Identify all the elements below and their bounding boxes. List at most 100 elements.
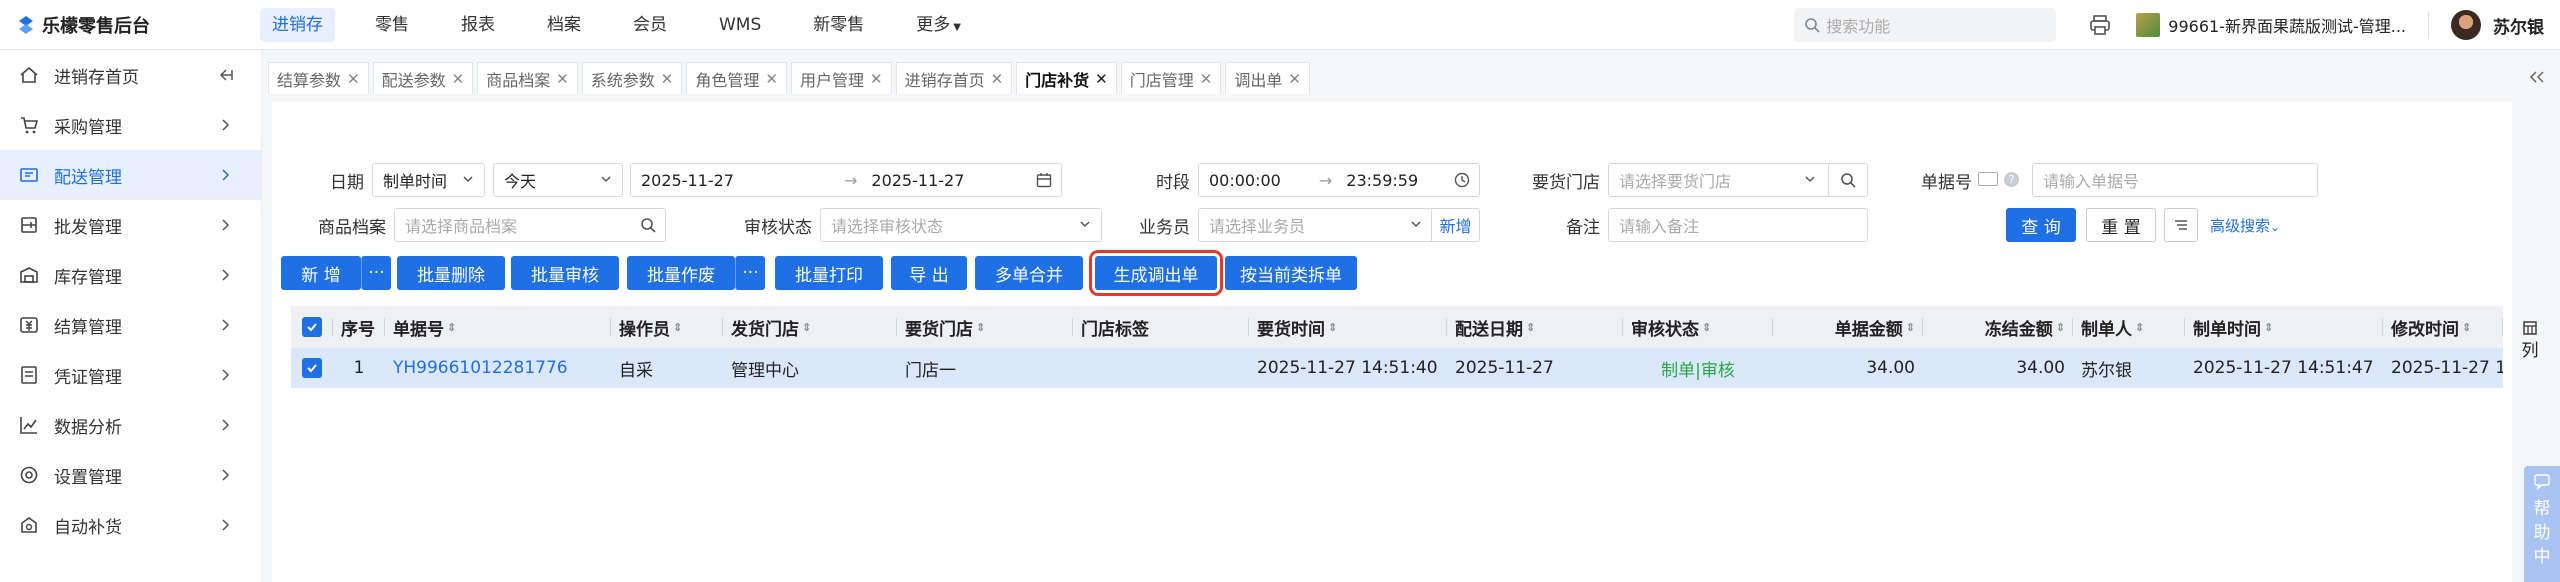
batch-print-button[interactable]: 批量打印 xyxy=(775,256,883,290)
batch-delete-button[interactable]: 批量删除 xyxy=(397,256,505,290)
collapse-sidebar-icon[interactable] xyxy=(217,67,233,83)
sidebar-item-delivery[interactable]: 配送管理 xyxy=(0,150,261,200)
nav-new-retail[interactable]: 新零售 xyxy=(801,8,876,42)
brand[interactable]: 乐檬零售后台 xyxy=(0,12,250,38)
period-end[interactable]: 23:59:59 xyxy=(1346,171,1418,190)
col-doc-no[interactable]: 单据号 ⇕ xyxy=(385,306,611,348)
range-arrow-icon: → xyxy=(843,170,858,190)
sidebar-item-analytics[interactable]: 数据分析 xyxy=(0,400,261,450)
salesman-add-button[interactable]: 新增 xyxy=(1431,208,1479,242)
tab-inventory-home[interactable]: 进销存首页 ✕ xyxy=(895,62,1013,94)
row-checkbox[interactable] xyxy=(291,348,333,388)
store-search-button[interactable] xyxy=(1828,163,1868,197)
nav-retail[interactable]: 零售 xyxy=(363,8,421,42)
close-icon[interactable]: ✕ xyxy=(661,70,674,88)
void-more-button[interactable]: ··· xyxy=(735,256,765,290)
col-req-time[interactable]: 要货时间 ⇕ xyxy=(1249,306,1447,348)
close-icon[interactable]: ✕ xyxy=(556,70,569,88)
nav-more[interactable]: 更多 ▼ xyxy=(904,8,973,42)
export-button[interactable]: 导 出 xyxy=(891,256,967,290)
sidebar-item-wholesale[interactable]: 批发管理 xyxy=(0,200,261,250)
tab-role-management[interactable]: 角色管理 ✕ xyxy=(686,62,787,94)
nav-reports[interactable]: 报表 xyxy=(449,8,507,42)
reset-button[interactable]: 重 置 xyxy=(2086,208,2156,242)
col-creator[interactable]: 制单人 ⇕ xyxy=(2073,306,2185,348)
generate-transfer-out-button[interactable]: 生成调出单 xyxy=(1089,250,1223,296)
sidebar-item-auto-restock[interactable]: 自动补货 xyxy=(0,500,261,550)
advanced-search-link[interactable]: 高级搜索⌄ xyxy=(2210,215,2280,236)
help-question-icon[interactable]: ? xyxy=(2004,172,2019,187)
nav-archives[interactable]: 档案 xyxy=(535,8,593,42)
close-icon[interactable]: ✕ xyxy=(1200,70,1213,88)
tab-store-management[interactable]: 门店管理 ✕ xyxy=(1120,62,1222,94)
tab-user-management[interactable]: 用户管理 ✕ xyxy=(790,62,892,94)
close-icon[interactable]: ✕ xyxy=(1288,70,1301,88)
close-icon[interactable]: ✕ xyxy=(765,70,778,88)
audit-status-select[interactable]: 请选择审核状态 xyxy=(820,208,1102,242)
col-delivery-date[interactable]: 配送日期 ⇕ xyxy=(1447,306,1623,348)
tab-scroll-icon[interactable] xyxy=(2528,68,2546,86)
remark-input[interactable]: 请输入备注 xyxy=(1608,208,1868,242)
goods-select[interactable]: 请选择商品档案 xyxy=(394,208,666,242)
col-amount[interactable]: 单据金额 ⇕ xyxy=(1773,306,1923,348)
date-start[interactable]: 2025-11-27 xyxy=(641,171,734,190)
docno-toggle-checkbox[interactable] xyxy=(1978,172,1998,186)
sidebar-item-settings[interactable]: 设置管理 xyxy=(0,450,261,500)
close-icon[interactable]: ✕ xyxy=(870,70,883,88)
date-range-picker[interactable]: 2025-11-27 → 2025-11-27 xyxy=(630,163,1062,197)
tab-system-params[interactable]: 系统参数 ✕ xyxy=(581,62,683,94)
add-button[interactable]: 新 增 xyxy=(281,256,361,290)
query-button[interactable]: 查 询 xyxy=(2006,208,2076,242)
tab-goods-archive[interactable]: 商品档案 ✕ xyxy=(477,62,578,94)
col-frozen[interactable]: 冻结金额 ⇕ xyxy=(1923,306,2073,348)
tab-store-restock[interactable]: 门店补货 ✕ xyxy=(1016,62,1117,94)
tab-transfer-out[interactable]: 调出单 ✕ xyxy=(1225,62,1310,94)
cell-doc-no-link[interactable]: YH99661012281776 xyxy=(385,348,611,388)
store-selector[interactable]: 99661-新界面果蔬版测试-管理... xyxy=(2136,13,2406,37)
select-all-checkbox[interactable] xyxy=(291,306,333,348)
help-center-button[interactable]: 帮助中 xyxy=(2524,466,2560,582)
close-icon[interactable]: ✕ xyxy=(1095,70,1108,88)
col-ship-store[interactable]: 发货门店 ⇕ xyxy=(723,306,897,348)
period-start[interactable]: 00:00:00 xyxy=(1209,171,1281,190)
date-range-select[interactable]: 今天 xyxy=(493,163,623,197)
close-icon[interactable]: ✕ xyxy=(452,70,465,88)
batch-void-button[interactable]: 批量作废 xyxy=(627,256,735,290)
search-function-input[interactable]: 搜索功能 xyxy=(1794,8,2057,42)
sidebar-item-settlement[interactable]: 结算管理 xyxy=(0,300,261,350)
batch-audit-button[interactable]: 批量审核 xyxy=(511,256,619,290)
printer-icon[interactable] xyxy=(2088,13,2112,37)
close-icon[interactable]: ✕ xyxy=(347,70,360,88)
column-settings-button[interactable]: 列 xyxy=(2520,320,2540,361)
date-type-select[interactable]: 制单时间 xyxy=(372,163,485,197)
col-create-time[interactable]: 制单时间 ⇕ xyxy=(2185,306,2383,348)
nav-wms[interactable]: WMS xyxy=(707,8,773,42)
search-icon[interactable] xyxy=(640,217,656,233)
table-row[interactable]: 1 YH99661012281776 自采 管理中心 门店一 2025-11-2… xyxy=(291,348,2503,388)
filter-settings-button[interactable] xyxy=(2164,208,2198,242)
col-req-store[interactable]: 要货门店 ⇕ xyxy=(897,306,1073,348)
tab-delivery-params[interactable]: 配送参数 ✕ xyxy=(372,62,474,94)
col-operator[interactable]: 操作员 ⇕ xyxy=(611,306,723,348)
sidebar-item-stock[interactable]: 库存管理 xyxy=(0,250,261,300)
nav-inventory[interactable]: 进销存 xyxy=(260,7,335,42)
close-icon[interactable]: ✕ xyxy=(991,70,1004,88)
split-by-category-button[interactable]: 按当前类拆单 xyxy=(1225,256,1357,290)
docno-input[interactable]: 请输入单据号 xyxy=(2032,163,2318,197)
user-menu[interactable]: 苏尔银 xyxy=(2451,10,2544,40)
col-modify-time[interactable]: 修改时间 ⇕ xyxy=(2383,306,2503,348)
sidebar-item-voucher[interactable]: 凭证管理 xyxy=(0,350,261,400)
col-audit-status[interactable]: 审核状态 ⇕ xyxy=(1623,306,1773,348)
tab-settlement-params[interactable]: 结算参数 ✕ xyxy=(268,62,369,94)
clock-icon[interactable] xyxy=(1454,172,1470,188)
salesman-select[interactable]: 请选择业务员 新增 xyxy=(1198,208,1480,242)
merge-button[interactable]: 多单合并 xyxy=(975,256,1083,290)
sidebar-item-inventory-home[interactable]: 进销存首页 xyxy=(0,50,261,100)
time-range-picker[interactable]: 00:00:00 → 23:59:59 xyxy=(1198,163,1480,197)
date-end[interactable]: 2025-11-27 xyxy=(871,171,964,190)
add-more-button[interactable]: ··· xyxy=(361,256,391,290)
top-right: 搜索功能 99661-新界面果蔬版测试-管理... 苏尔银 xyxy=(1794,0,2560,50)
calendar-icon[interactable] xyxy=(1036,172,1052,188)
sidebar-item-purchase[interactable]: 采购管理 xyxy=(0,100,261,150)
nav-members[interactable]: 会员 xyxy=(621,8,679,42)
